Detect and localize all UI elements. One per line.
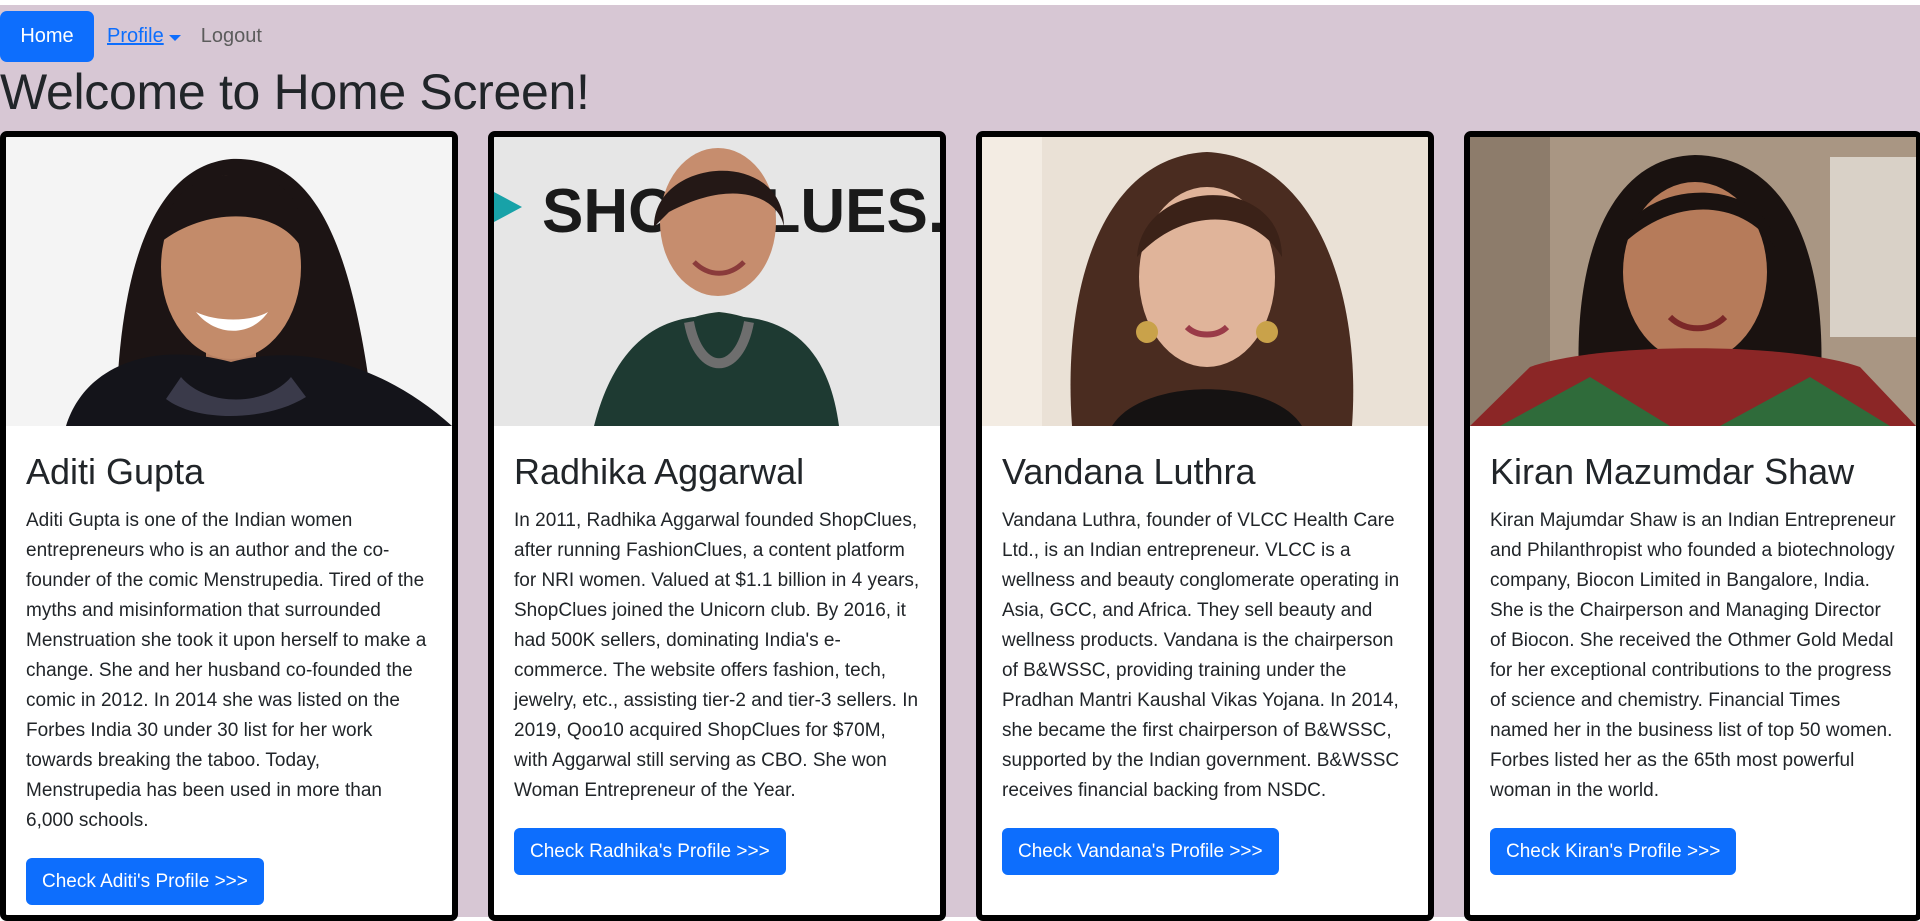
- card-description: Aditi Gupta is one of the Indian women e…: [26, 510, 427, 831]
- profile-card: Kiran Mazumdar Shaw Kiran Majumdar Shaw …: [1464, 131, 1920, 921]
- card-title: Radhika Aggarwal: [514, 451, 805, 492]
- check-profile-button[interactable]: Check Radhika's Profile >>>: [514, 828, 786, 875]
- logout-link[interactable]: Logout: [201, 25, 262, 48]
- check-profile-button[interactable]: Check Aditi's Profile >>>: [26, 858, 264, 905]
- navbar: Home Profile Logout: [0, 11, 262, 62]
- portrait-image: [982, 137, 1428, 426]
- portrait-image: [1470, 137, 1916, 426]
- page-title: Welcome to Home Screen!: [0, 64, 590, 120]
- profile-dropdown[interactable]: Profile: [107, 25, 181, 48]
- profile-card: Vandana Luthra Vandana Luthra, founder o…: [976, 131, 1434, 921]
- portrait-image: [6, 137, 452, 426]
- check-profile-button[interactable]: Check Vandana's Profile >>>: [1002, 828, 1279, 875]
- card-title: Aditi Gupta: [26, 451, 205, 492]
- card-photo: [982, 137, 1428, 426]
- profile-link-label: Profile: [107, 25, 164, 47]
- caret-down-icon: [168, 34, 181, 41]
- profile-card: Aditi Gupta Aditi Gupta is one of the In…: [0, 131, 458, 921]
- card-description: Vandana Luthra, founder of VLCC Health C…: [1002, 510, 1400, 801]
- card-photo: [6, 137, 452, 426]
- card-description: Kiran Majumdar Shaw is an Indian Entrepr…: [1490, 510, 1896, 801]
- card-title: Kiran Mazumdar Shaw: [1490, 451, 1855, 492]
- check-profile-button[interactable]: Check Kiran's Profile >>>: [1490, 828, 1737, 875]
- home-button[interactable]: Home: [0, 11, 94, 62]
- portrait-image: SHOPCLUES.COM: [494, 137, 940, 426]
- profile-card: SHOPCLUES.COM Radhika Aggarwal In 2011, …: [488, 131, 946, 921]
- card-description: In 2011, Radhika Aggarwal founded ShopCl…: [514, 510, 920, 801]
- card-photo: SHOPCLUES.COM: [494, 137, 940, 426]
- card-photo: [1470, 137, 1916, 426]
- card-title: Vandana Luthra: [1002, 451, 1256, 492]
- page-background: Home Profile Logout Welcome to Home Scre…: [0, 5, 1920, 921]
